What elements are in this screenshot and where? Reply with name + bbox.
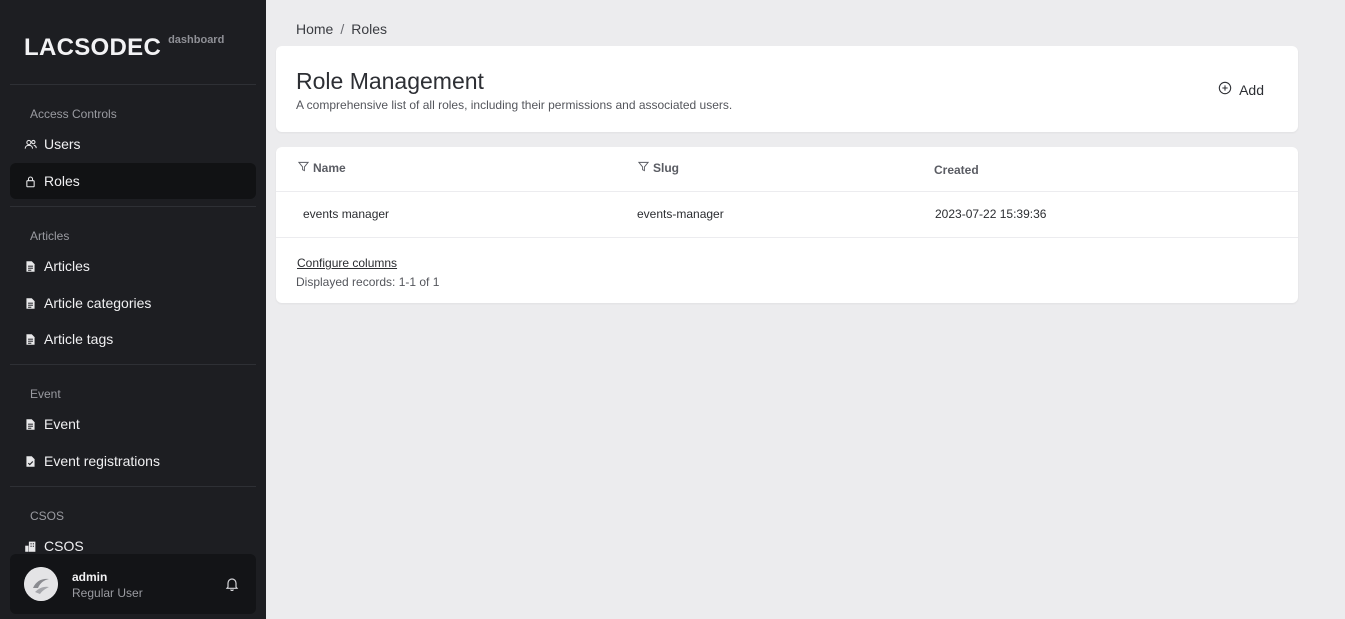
document-icon [23, 332, 37, 346]
sidebar-item-label: Roles [44, 173, 80, 189]
brand-logo[interactable]: LACSODEC dashboard [24, 34, 224, 62]
sidebar-divider [10, 364, 256, 365]
column-header-name[interactable]: Name [297, 161, 346, 175]
sidebar-item-article-tags[interactable]: Article tags [10, 321, 256, 357]
brand-subtitle: dashboard [168, 34, 225, 46]
column-header-slug[interactable]: Slug [637, 161, 679, 175]
user-profile-card[interactable]: admin Regular User [10, 554, 256, 614]
page-title: Role Management [296, 68, 484, 94]
section-title-articles: Articles [30, 229, 70, 243]
cell-slug: events-manager [637, 207, 724, 221]
sidebar-item-event[interactable]: Event [10, 406, 256, 442]
table-divider [276, 237, 1298, 238]
add-button[interactable]: Add [1218, 81, 1264, 98]
sidebar-divider [10, 84, 256, 85]
sidebar-item-users[interactable]: Users [10, 126, 256, 162]
section-title-csos: CSOS [30, 509, 65, 523]
configure-columns-link[interactable]: Configure columns [297, 256, 397, 270]
document-icon [23, 417, 37, 431]
sidebar-item-label: Articles [44, 258, 90, 274]
sidebar: LACSODEC dashboard Access Controls Users… [0, 0, 266, 619]
plus-circle-icon [1218, 81, 1232, 98]
brand-name: LACSODEC [24, 34, 162, 61]
sidebar-item-label: Article tags [44, 331, 114, 347]
column-header-label: Created [934, 163, 979, 177]
table-divider [276, 191, 1298, 192]
section-title-access-controls: Access Controls [30, 107, 117, 121]
sidebar-divider [10, 486, 256, 487]
filter-icon[interactable] [637, 161, 650, 175]
cell-created: 2023-07-22 15:39:36 [935, 207, 1047, 221]
sidebar-item-roles[interactable]: Roles [10, 163, 256, 199]
document-check-icon [23, 454, 37, 468]
breadcrumb: Home / Roles [296, 21, 387, 37]
section-title-event: Event [30, 387, 61, 401]
sidebar-item-articles[interactable]: Articles [10, 248, 256, 284]
page-description: A comprehensive list of all roles, inclu… [296, 98, 733, 112]
breadcrumb-home-link[interactable]: Home [296, 21, 333, 37]
avatar[interactable] [24, 567, 58, 601]
cell-name: events manager [303, 207, 390, 221]
sidebar-item-label: Event registrations [44, 453, 160, 469]
page-header-card: Role Management A comprehensive list of … [276, 46, 1298, 132]
sidebar-item-label: Users [44, 136, 81, 152]
sidebar-item-label: Event [44, 416, 80, 432]
filter-icon[interactable] [297, 161, 310, 175]
sidebar-divider [10, 206, 256, 207]
lock-icon [23, 174, 37, 188]
breadcrumb-separator: / [340, 21, 345, 37]
users-icon [23, 137, 37, 151]
sidebar-item-event-registrations[interactable]: Event registrations [10, 443, 256, 479]
sidebar-item-article-categories[interactable]: Article categories [10, 285, 256, 321]
column-header-label: Name [313, 161, 346, 175]
user-role: Regular User [72, 586, 143, 600]
roles-table: Name Slug Created events manager events-… [276, 147, 1298, 303]
sidebar-item-label: CSOS [44, 538, 84, 554]
document-icon [23, 296, 37, 310]
column-header-created[interactable]: Created [934, 163, 979, 177]
user-name: admin [72, 570, 108, 584]
building-icon [23, 539, 37, 553]
records-count: Displayed records: 1-1 of 1 [296, 275, 440, 289]
document-icon [23, 259, 37, 273]
breadcrumb-current: Roles [351, 21, 388, 37]
bell-icon[interactable] [224, 576, 240, 592]
column-header-label: Slug [653, 161, 679, 175]
add-button-label: Add [1239, 81, 1264, 98]
sidebar-item-label: Article categories [44, 295, 152, 311]
